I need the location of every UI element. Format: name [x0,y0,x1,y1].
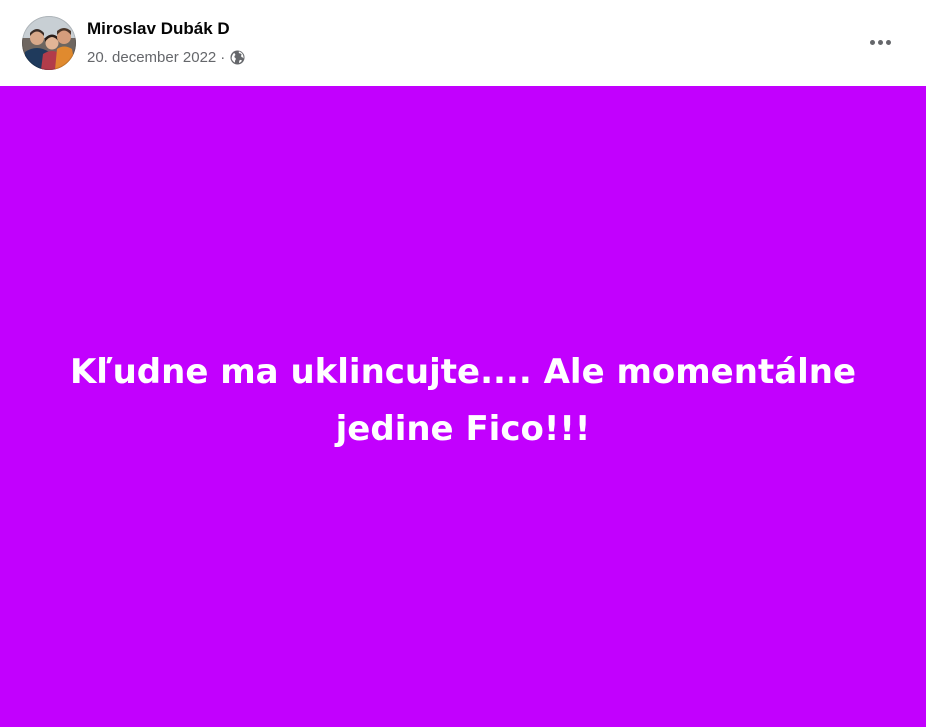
post-text: Kľudne ma uklincujte.... Ale momentálne … [69,352,857,449]
post-meta: 20. december 2022 · [87,47,245,67]
avatar-photo [22,16,76,70]
more-options-icon [869,39,891,45]
globe-icon[interactable] [230,49,245,65]
facebook-post: Miroslav Dubák D 20. december 2022 · Kľu… [0,0,926,727]
author-name[interactable]: Miroslav Dubák D [87,19,230,39]
more-options-button[interactable] [860,22,900,62]
post-text-background: Kľudne ma uklincujte.... Ale momentálne … [0,86,926,727]
author-avatar[interactable] [22,16,76,70]
meta-separator: · [220,48,226,66]
post-date[interactable]: 20. december 2022 [87,49,216,66]
post-header: Miroslav Dubák D 20. december 2022 · [0,0,926,86]
